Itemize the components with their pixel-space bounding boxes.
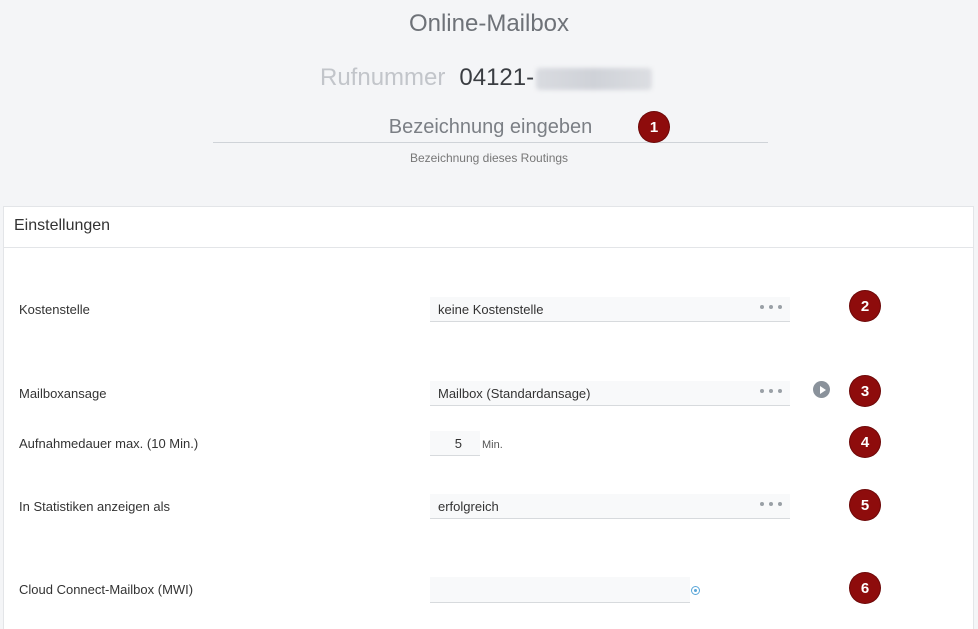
routing-name-input[interactable] xyxy=(213,112,768,143)
recording-duration-input[interactable] xyxy=(430,431,480,456)
mailbox-greeting-label: Mailboxansage xyxy=(19,386,107,401)
routing-name-hint: Bezeichnung dieses Routings xyxy=(409,151,569,165)
statistics-label: In Statistiken anzeigen als xyxy=(19,499,171,514)
settings-panel-header: Einstellungen xyxy=(4,207,973,248)
annotation-marker-6: 6 xyxy=(850,573,880,603)
cloud-connect-label: Cloud Connect-Mailbox (MWI) xyxy=(19,582,194,597)
statistics-value: erfolgreich xyxy=(438,498,499,514)
cost-center-value: keine Kostenstelle xyxy=(438,301,544,317)
annotation-marker-2: 2 xyxy=(850,291,880,321)
mailbox-greeting-select[interactable]: Mailbox (Standardansage) xyxy=(430,381,790,406)
cost-center-select[interactable]: keine Kostenstelle xyxy=(430,297,790,322)
phone-number-redacted xyxy=(536,67,653,90)
phone-number-prefix: 04121- xyxy=(459,64,535,91)
statistics-select[interactable]: erfolgreich xyxy=(430,494,790,519)
settings-panel: Einstellungen Kostenstelle keine Kostens… xyxy=(3,206,974,629)
more-options-icon[interactable] xyxy=(760,305,782,309)
mailbox-greeting-value: Mailbox (Standardansage) xyxy=(438,385,591,401)
phone-number-value: 04121- xyxy=(459,64,653,92)
more-options-icon[interactable] xyxy=(760,389,782,393)
page-title: Online-Mailbox xyxy=(408,10,570,37)
settings-panel-title: Einstellungen xyxy=(14,217,111,234)
routing-header: Online-Mailbox Rufnummer 04121- Bezeichn… xyxy=(0,0,978,206)
play-icon[interactable] xyxy=(813,381,830,398)
more-options-icon[interactable] xyxy=(760,502,782,506)
recording-duration-label: Aufnahmedauer max. (10 Min.) xyxy=(19,436,199,451)
phone-number-label: Rufnummer xyxy=(320,64,446,91)
cost-center-label: Kostenstelle xyxy=(19,302,90,317)
cloud-connect-input[interactable] xyxy=(430,577,690,603)
annotation-marker-3: 3 xyxy=(850,376,880,406)
phone-number-row: Rufnummer 04121- xyxy=(320,64,653,96)
annotation-marker-1: 1 xyxy=(639,112,669,142)
radio-target-icon[interactable] xyxy=(691,586,700,595)
annotation-marker-4: 4 xyxy=(850,427,880,457)
recording-duration-unit: Min. xyxy=(482,439,503,451)
annotation-marker-5: 5 xyxy=(850,490,880,520)
